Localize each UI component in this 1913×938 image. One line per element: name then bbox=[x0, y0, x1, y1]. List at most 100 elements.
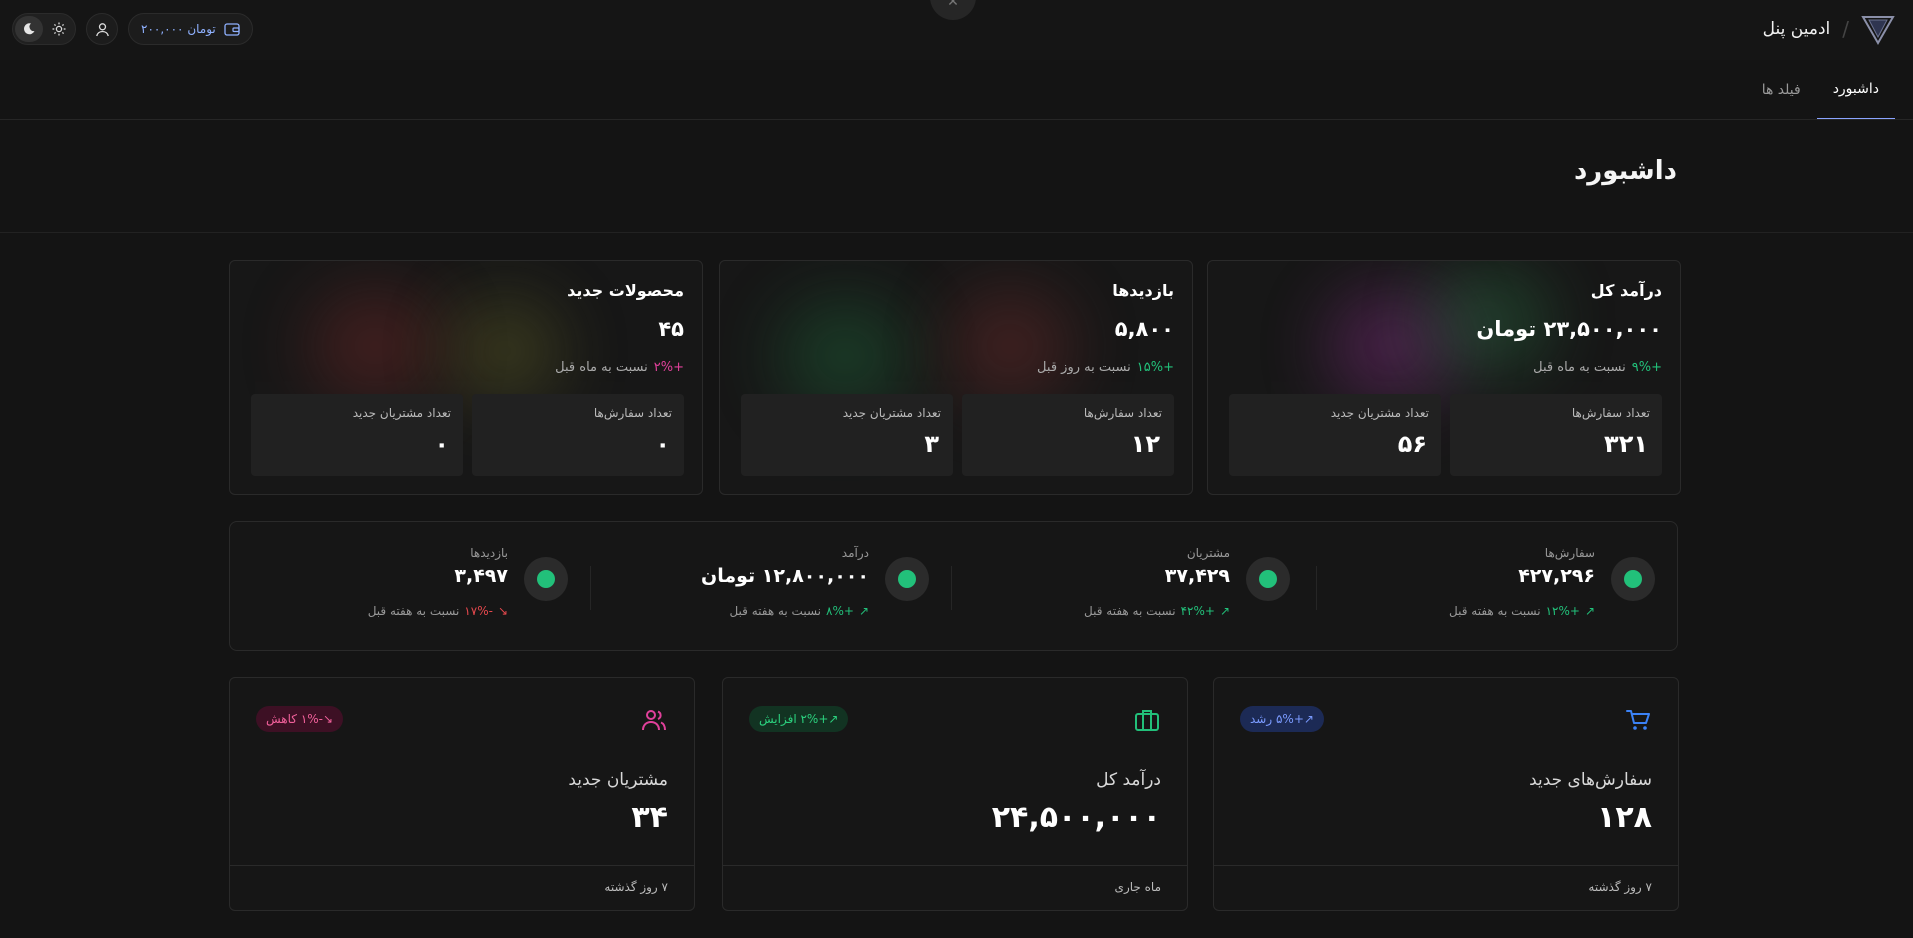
metric-customers: مشتریان ۳۷,۴۲۹ ↗ +۴۲% نسبت به هفته قبل bbox=[950, 546, 1290, 626]
stat-card-value: ۵,۸۰۰ bbox=[1114, 317, 1174, 341]
kpi-title: درآمد کل bbox=[1096, 770, 1161, 790]
mini-stat: تعداد مشتریان جدید ۰ bbox=[251, 394, 463, 476]
kpi-title: سفارش‌های جدید bbox=[1529, 770, 1652, 790]
metric-title: بازدیدها bbox=[470, 546, 508, 560]
top-controls: ۲۰۰,۰۰۰ تومان bbox=[12, 13, 253, 45]
stat-card-value: ۴۵ bbox=[658, 317, 684, 341]
mini-stat: تعداد سفارش‌ها ۳۲۱ bbox=[1450, 394, 1662, 476]
metric-change-text: نسبت به هفته قبل bbox=[1084, 604, 1176, 618]
brand-separator: / bbox=[1842, 17, 1849, 41]
stat-card-change: +۹% نسبت به ماه قبل bbox=[1533, 360, 1662, 375]
metric-change: ↗ +۴۲% نسبت به هفته قبل bbox=[1079, 604, 1230, 618]
mini-stat: تعداد سفارش‌ها ۰ bbox=[472, 394, 684, 476]
app-title: ادمین پنل bbox=[1762, 19, 1831, 39]
trend-up-icon: ↗ bbox=[1584, 604, 1595, 618]
metric-title: مشتریان bbox=[1186, 546, 1230, 560]
metric-value: ۴۲۷,۲۹۶ bbox=[1518, 565, 1595, 587]
kpi-period: ۷ روز گذشته bbox=[1588, 880, 1652, 894]
wallet-icon bbox=[224, 23, 240, 36]
user-icon bbox=[95, 22, 109, 36]
metric-revenue: درآمد ۱۲,۸۰۰,۰۰۰ تومان ↗ +۸% نسبت به هفته … bbox=[589, 546, 929, 626]
mini-stat-label: تعداد سفارش‌ها bbox=[1083, 406, 1162, 420]
mini-stat-value: ۰ bbox=[434, 430, 449, 458]
metric-value: ۳,۴۹۷ bbox=[454, 565, 508, 587]
metric-change-pct: +۴۲% bbox=[1180, 604, 1215, 618]
stat-card-title: درآمد کل bbox=[1590, 281, 1662, 300]
change-percent: +۹% bbox=[1631, 360, 1662, 375]
metric-change: ↗ +۸% نسبت به هفته قبل bbox=[724, 604, 869, 618]
trend-badge: ↘-۱% کاهش bbox=[256, 706, 344, 732]
metric-title: درآمد bbox=[841, 546, 869, 560]
mini-stat-value: ۳۲۱ bbox=[1604, 430, 1648, 458]
mini-stat-value: ۰ bbox=[655, 430, 670, 458]
change-percent: +۲% bbox=[653, 360, 684, 375]
kpi-footer: ماه جاری bbox=[723, 865, 1187, 910]
divider bbox=[0, 232, 1913, 233]
metric-orders: سفارش‌ها ۴۲۷,۲۹۶ ↗ +۱۲% نسبت به هفته قبل bbox=[1315, 546, 1655, 626]
kpi-footer: ۷ روز گذشته bbox=[230, 865, 694, 910]
change-text: نسبت به ماه قبل bbox=[1533, 360, 1626, 375]
divider bbox=[0, 119, 1913, 120]
page-title: داشبورد bbox=[1573, 156, 1677, 186]
status-dot-icon bbox=[1246, 557, 1290, 601]
mini-stat: تعداد مشتریان جدید ۳ bbox=[741, 394, 953, 476]
kpi-value: ۲۴,۵۰۰,۰۰۰ bbox=[991, 800, 1161, 835]
metric-change: ↘ -۱۷% نسبت به هفته قبل bbox=[363, 604, 508, 618]
top-bar: / ادمین پنل ✕ ۲۰۰,۰۰۰ تومان bbox=[0, 0, 1913, 60]
mini-stat-label: تعداد سفارش‌ها bbox=[593, 406, 672, 420]
change-text: نسبت به ماه قبل bbox=[555, 360, 648, 375]
kpi-title: مشتریان جدید bbox=[568, 770, 668, 790]
close-icon[interactable]: ✕ bbox=[930, 0, 976, 20]
wallet-amount: ۲۰۰,۰۰۰ تومان bbox=[141, 22, 216, 36]
kpi-footer: ۷ روز گذشته bbox=[1214, 865, 1678, 910]
mini-stat-label: تعداد مشتریان جدید bbox=[352, 406, 451, 420]
brand[interactable]: / ادمین پنل bbox=[1763, 12, 1895, 46]
sun-icon[interactable] bbox=[45, 16, 73, 42]
status-dot-icon bbox=[1611, 557, 1655, 601]
stat-card-revenue: درآمد کل ۲۳,۵۰۰,۰۰۰ تومان +۹% نسبت به ماه… bbox=[1207, 260, 1681, 495]
metric-change-text: نسبت به هفته قبل bbox=[729, 604, 822, 618]
metric-change-pct: +۱۲% bbox=[1545, 604, 1580, 618]
tab-dashboard[interactable]: داشبورد bbox=[1816, 60, 1895, 120]
mini-stat-label: تعداد مشتریان جدید bbox=[1330, 406, 1429, 420]
metric-value: ۳۷,۴۲۹ bbox=[1164, 565, 1230, 587]
mini-stat-label: تعداد مشتریان جدید bbox=[842, 406, 941, 420]
metrics-panel: سفارش‌ها ۴۲۷,۲۹۶ ↗ +۱۲% نسبت به هفته قبل م… bbox=[229, 521, 1678, 651]
moon-icon[interactable] bbox=[15, 16, 43, 42]
theme-toggle[interactable] bbox=[12, 13, 76, 45]
mini-stat-value: ۱۲ bbox=[1130, 430, 1160, 458]
kpi-period: ۷ روز گذشته bbox=[604, 880, 668, 894]
mini-stat-value: ۳ bbox=[924, 430, 939, 458]
status-dot-icon bbox=[885, 557, 929, 601]
stat-card-change: +۱۵% نسبت به روز قبل bbox=[1037, 360, 1174, 375]
stat-card-change: +۲% نسبت به ماه قبل bbox=[555, 360, 684, 375]
metric-change-pct: -۱۷% bbox=[464, 604, 493, 618]
metric-change-text: نسبت به هفته قبل bbox=[367, 604, 460, 618]
cart-icon bbox=[1626, 710, 1650, 730]
trend-down-icon: ↘ bbox=[497, 604, 508, 618]
change-text: نسبت به روز قبل bbox=[1037, 360, 1131, 375]
mini-stat-label: تعداد سفارش‌ها bbox=[1571, 406, 1650, 420]
users-icon bbox=[642, 710, 666, 731]
change-percent: +۱۵% bbox=[1136, 360, 1174, 375]
stat-card-title: محصولات جدید bbox=[567, 281, 684, 300]
stat-card-value: ۲۳,۵۰۰,۰۰۰ تومان bbox=[1476, 317, 1662, 341]
trend-badge: ↗+۵% رشد bbox=[1240, 706, 1324, 732]
metric-change-pct: +۸% bbox=[826, 604, 854, 618]
divider bbox=[1316, 566, 1317, 610]
kpi-card-total-revenue: ↗+۲% افزایش درآمد کل ۲۴,۵۰۰,۰۰۰ ماه جاری bbox=[722, 677, 1188, 911]
kpi-card-new-customers: ↘-۱% کاهش مشتریان جدید ۳۴ ۷ روز گذشته bbox=[229, 677, 695, 911]
trend-up-icon: ↗ bbox=[1219, 604, 1230, 618]
stat-card-title: بازدیدها bbox=[1112, 281, 1174, 300]
divider bbox=[951, 566, 952, 610]
kpi-card-new-orders: ↗+۵% رشد سفارش‌های جدید ۱۲۸ ۷ روز گذشته bbox=[1213, 677, 1679, 911]
kpi-value: ۱۲۸ bbox=[1597, 800, 1652, 835]
metric-title: سفارش‌ها bbox=[1544, 546, 1595, 560]
metric-change-text: نسبت به هفته قبل bbox=[1449, 604, 1541, 618]
tab-fields[interactable]: فیلد ها bbox=[1746, 60, 1817, 120]
user-button[interactable] bbox=[86, 13, 118, 45]
mini-stat-value: ۵۶ bbox=[1397, 430, 1427, 458]
tab-bar: داشبورد فیلد ها bbox=[1746, 60, 1895, 120]
stat-card-visits: بازدیدها ۵,۸۰۰ +۱۵% نسبت به روز قبل تعداد… bbox=[719, 260, 1193, 495]
wallet-button[interactable]: ۲۰۰,۰۰۰ تومان bbox=[128, 13, 253, 45]
